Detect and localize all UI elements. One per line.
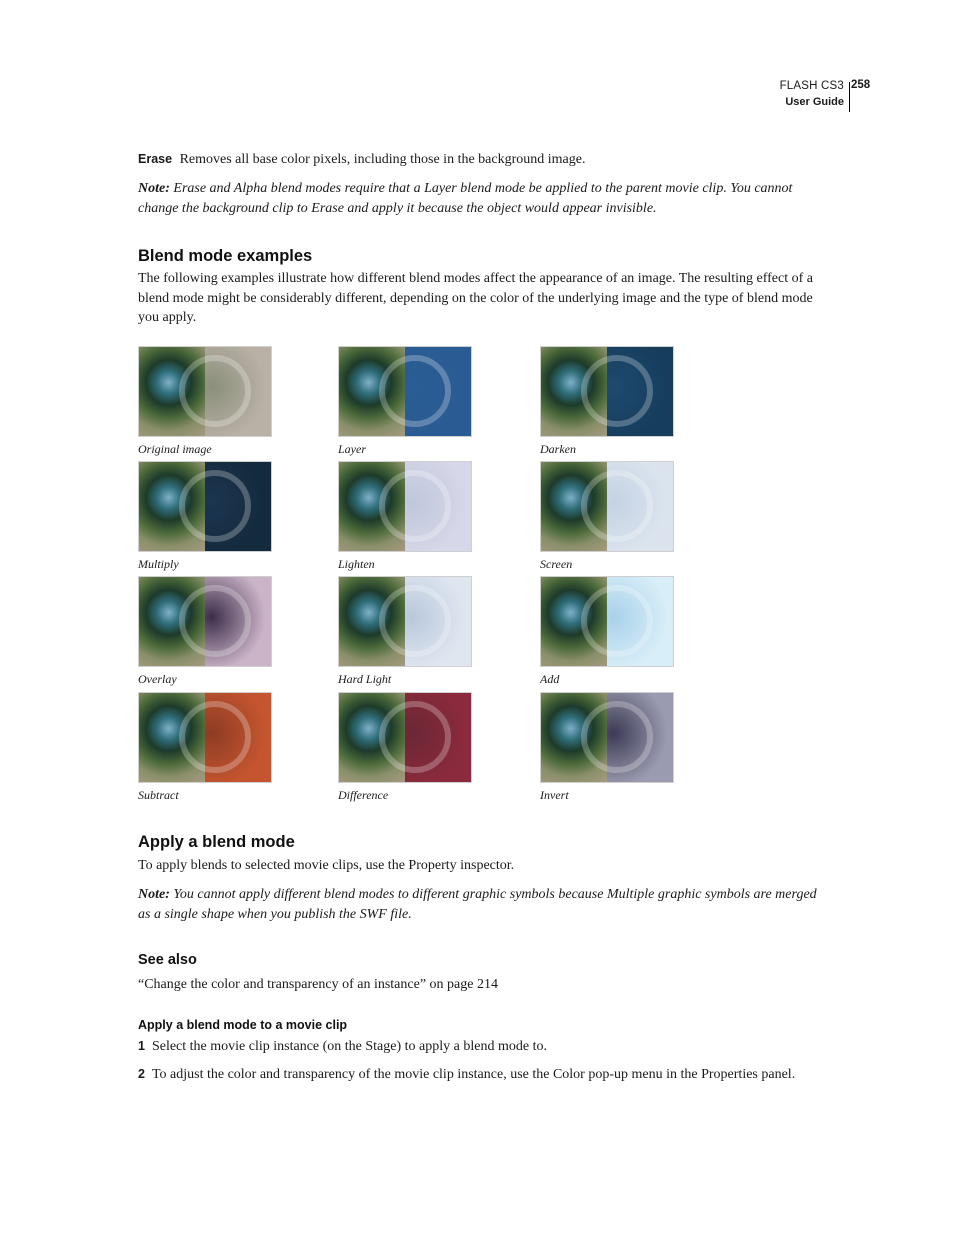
- blend-example-image: [338, 346, 472, 437]
- blend-example-image: [338, 692, 472, 783]
- procedure-step: 1 Select the movie clip instance (on the …: [138, 1037, 818, 1057]
- blend-example-caption: Screen: [540, 557, 573, 571]
- blend-example-caption: Original image: [138, 442, 212, 456]
- blend-example-image: [540, 692, 674, 783]
- note-label: Note:: [138, 887, 170, 902]
- blend-example-caption: Layer: [338, 442, 366, 456]
- blend-example-caption: Hard Light: [338, 672, 392, 686]
- see-also-heading: See also: [138, 952, 197, 968]
- note-label: Note:: [138, 181, 170, 196]
- blend-example: Darken: [540, 346, 680, 457]
- glass-swirl-shape: [379, 585, 451, 657]
- blend-example-caption: Subtract: [138, 788, 179, 802]
- blend-example-image: [138, 692, 272, 783]
- blend-example-caption: Overlay: [138, 672, 177, 686]
- blend-examples-intro: The following examples illustrate how di…: [138, 271, 813, 326]
- glass-swirl-shape: [179, 470, 251, 542]
- blend-example-image: [138, 576, 272, 667]
- blend-examples-heading: Blend mode examples: [138, 247, 313, 265]
- procedure-step: 2 To adjust the color and transparency of…: [138, 1065, 818, 1085]
- note-text: You cannot apply different blend modes t…: [138, 887, 817, 922]
- blend-example-image: [540, 461, 674, 552]
- see-also-link[interactable]: “Change the color and transparency of an…: [138, 975, 818, 995]
- glass-swirl-shape: [581, 355, 653, 427]
- glass-swirl-shape: [379, 701, 451, 773]
- header-divider: [849, 82, 850, 112]
- apply-blend-heading: Apply a blend mode: [138, 833, 295, 851]
- step-number: 2: [138, 1066, 145, 1081]
- glass-swirl-shape: [179, 701, 251, 773]
- apply-blend-text: To apply blends to selected movie clips,…: [138, 858, 515, 873]
- blend-example-caption: Darken: [540, 442, 576, 456]
- glass-swirl-shape: [379, 355, 451, 427]
- step-text: Select the movie clip instance (on the S…: [151, 1039, 547, 1054]
- apply-blend-section: Apply a blend mode To apply blends to se…: [138, 832, 818, 876]
- blend-example-caption: Invert: [540, 788, 569, 802]
- blend-example-image: [540, 576, 674, 667]
- blend-example-image: [338, 576, 472, 667]
- blend-example-caption: Add: [540, 672, 560, 686]
- erase-definition: Erase Removes all base color pixels, inc…: [138, 150, 818, 170]
- procedure-heading: Apply a blend mode to a movie clip: [138, 1018, 348, 1032]
- glass-swirl-shape: [581, 701, 653, 773]
- note-text: Erase and Alpha blend modes require that…: [138, 181, 793, 216]
- blend-example-image: [338, 461, 472, 552]
- blend-example-caption: Difference: [338, 788, 389, 802]
- note-graphic-symbols: Note: You cannot apply different blend m…: [138, 885, 818, 924]
- step-number: 1: [138, 1039, 145, 1053]
- erase-term: Erase: [138, 152, 173, 166]
- blend-example: Add: [540, 576, 680, 687]
- blend-example-image: [540, 346, 674, 437]
- glass-swirl-shape: [379, 470, 451, 542]
- glass-swirl-shape: [581, 470, 653, 542]
- blend-example: Invert: [540, 692, 680, 803]
- glass-swirl-shape: [581, 585, 653, 657]
- guide-name: User Guide: [785, 96, 844, 108]
- blend-example-image: [138, 461, 272, 552]
- blend-example: Multiply: [138, 461, 278, 572]
- step-text: To adjust the color and transparency of …: [151, 1066, 796, 1082]
- blend-example: Screen: [540, 461, 680, 572]
- blend-example: Overlay: [138, 576, 278, 687]
- blend-examples-section: Blend mode examples The following exampl…: [138, 246, 818, 328]
- blend-example: Difference: [338, 692, 478, 803]
- blend-example-image: [138, 346, 272, 437]
- see-also-section: See also “Change the color and transpare…: [138, 951, 818, 995]
- page-number: 258: [851, 79, 871, 91]
- product-name: FLASH CS3: [779, 80, 844, 92]
- running-header: FLASH CS3 User Guide: [779, 78, 850, 112]
- blend-example: Hard Light: [338, 576, 478, 687]
- blend-example: Lighten: [338, 461, 478, 572]
- procedure-section: Apply a blend mode to a movie clip 1 Sele…: [138, 1017, 818, 1084]
- blend-example-caption: Lighten: [338, 557, 375, 571]
- blend-example: Original image: [138, 346, 278, 457]
- glass-swirl-shape: [179, 355, 251, 427]
- note-erase-alpha: Note: Erase and Alpha blend modes requir…: [138, 179, 818, 218]
- glass-swirl-shape: [179, 585, 251, 657]
- blend-example: Layer: [338, 346, 478, 457]
- erase-text: Removes all base color pixels, including…: [179, 152, 586, 167]
- blend-example-caption: Multiply: [138, 557, 179, 571]
- blend-example: Subtract: [138, 692, 278, 803]
- blend-examples-grid: Original image Layer Darken Multiply Lighten…: [138, 346, 698, 806]
